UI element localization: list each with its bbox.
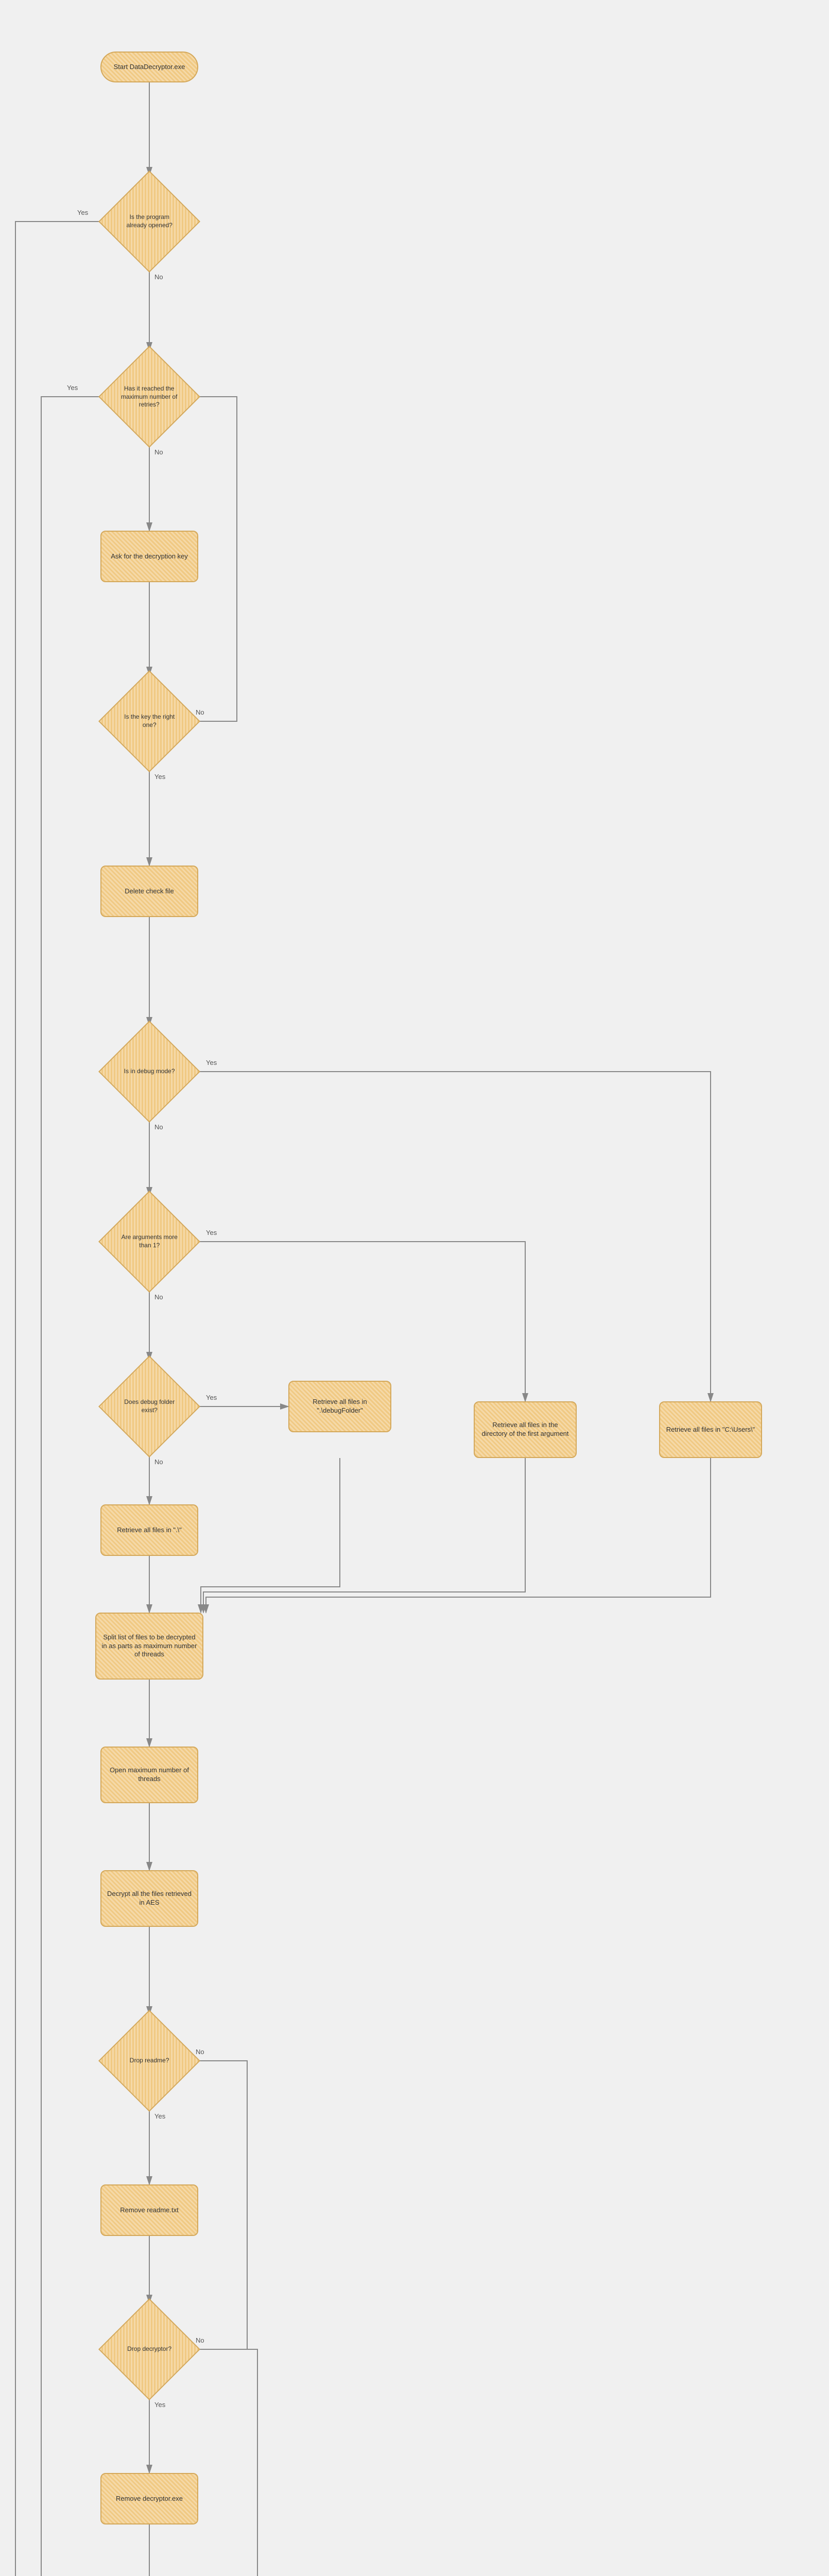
- node-label: Remove readme.txt: [120, 2206, 178, 2215]
- decision-args-gt1: Are arguments more than 1?: [98, 1191, 200, 1293]
- node-label: Retrieve all files in the directory of t…: [479, 1421, 572, 1438]
- node-label: Retrieve all files in ".\debugFolder": [293, 1398, 386, 1415]
- node-label: Retrieve all files in ".\": [117, 1526, 182, 1535]
- node-label: Ask for the decryption key: [111, 552, 188, 561]
- process-open-threads: Open maximum number of threads: [100, 1747, 198, 1803]
- process-retrieve-users: Retrieve all files in "C:\Users\": [659, 1401, 762, 1458]
- edge-label: No: [154, 1458, 163, 1466]
- node-label: Drop readme?: [118, 2057, 180, 2065]
- node-label: Split list of files to be decrypted in a…: [100, 1633, 198, 1659]
- edge-label: Yes: [67, 384, 78, 392]
- node-label: Open maximum number of threads: [106, 1766, 193, 1784]
- decision-debug-mode: Is in debug mode?: [98, 1021, 200, 1123]
- flowchart-canvas: Start DataDecryptor.exe Is the program a…: [0, 0, 829, 2576]
- process-decrypt-aes: Decrypt all the files retrieved in AES: [100, 1870, 198, 1927]
- edge-label: No: [154, 273, 163, 281]
- decision-drop-decryptor: Drop decryptor?: [98, 2298, 200, 2400]
- decision-already-opened: Is the program already opened?: [98, 171, 200, 273]
- edge-label: Yes: [154, 773, 165, 781]
- node-label: Start DataDecryptor.exe: [114, 63, 185, 72]
- node-label: Remove decryptor.exe: [116, 2495, 183, 2503]
- edge-label: Yes: [154, 2112, 165, 2120]
- edge-label: No: [196, 2336, 204, 2344]
- decision-drop-readme: Drop readme?: [98, 2010, 200, 2112]
- process-remove-decryptor: Remove decryptor.exe: [100, 2473, 198, 2524]
- decision-max-retries: Has it reached the maximum number of ret…: [98, 346, 200, 448]
- edge-label: No: [154, 1293, 163, 1301]
- node-label: Is in debug mode?: [118, 1067, 180, 1076]
- edge-label: Yes: [154, 2401, 165, 2409]
- edge-label: Yes: [206, 1394, 217, 1401]
- edge-label: No: [196, 708, 204, 716]
- edge-label: Yes: [206, 1059, 217, 1066]
- edge-label: Yes: [206, 1229, 217, 1236]
- start-node: Start DataDecryptor.exe: [100, 52, 198, 82]
- node-label: Decrypt all the files retrieved in AES: [106, 1890, 193, 1907]
- process-remove-readme: Remove readme.txt: [100, 2184, 198, 2236]
- process-retrieve-arg: Retrieve all files in the directory of t…: [474, 1401, 577, 1458]
- node-label: Delete check file: [125, 887, 174, 896]
- process-retrieve-dot: Retrieve all files in ".\": [100, 1504, 198, 1556]
- node-label: Drop decryptor?: [118, 2345, 180, 2353]
- node-label: Retrieve all files in "C:\Users\": [666, 1426, 755, 1434]
- decision-right-key: Is the key the right one?: [98, 670, 200, 772]
- process-split-files: Split list of files to be decrypted in a…: [95, 1613, 203, 1680]
- edge-label: Yes: [77, 209, 88, 216]
- node-label: Is the program already opened?: [118, 213, 180, 229]
- process-delete-check: Delete check file: [100, 866, 198, 917]
- edge-label: No: [154, 448, 163, 456]
- edge-label: No: [154, 1123, 163, 1131]
- process-ask-key: Ask for the decryption key: [100, 531, 198, 582]
- node-label: Is the key the right one?: [118, 713, 180, 729]
- edge-label: No: [196, 2048, 204, 2056]
- node-label: Are arguments more than 1?: [118, 1233, 180, 1249]
- node-label: Has it reached the maximum number of ret…: [118, 385, 180, 409]
- decision-debug-folder: Does debug folder exist?: [98, 1355, 200, 1458]
- process-retrieve-debugfolder: Retrieve all files in ".\debugFolder": [288, 1381, 391, 1432]
- node-label: Does debug folder exist?: [118, 1398, 180, 1414]
